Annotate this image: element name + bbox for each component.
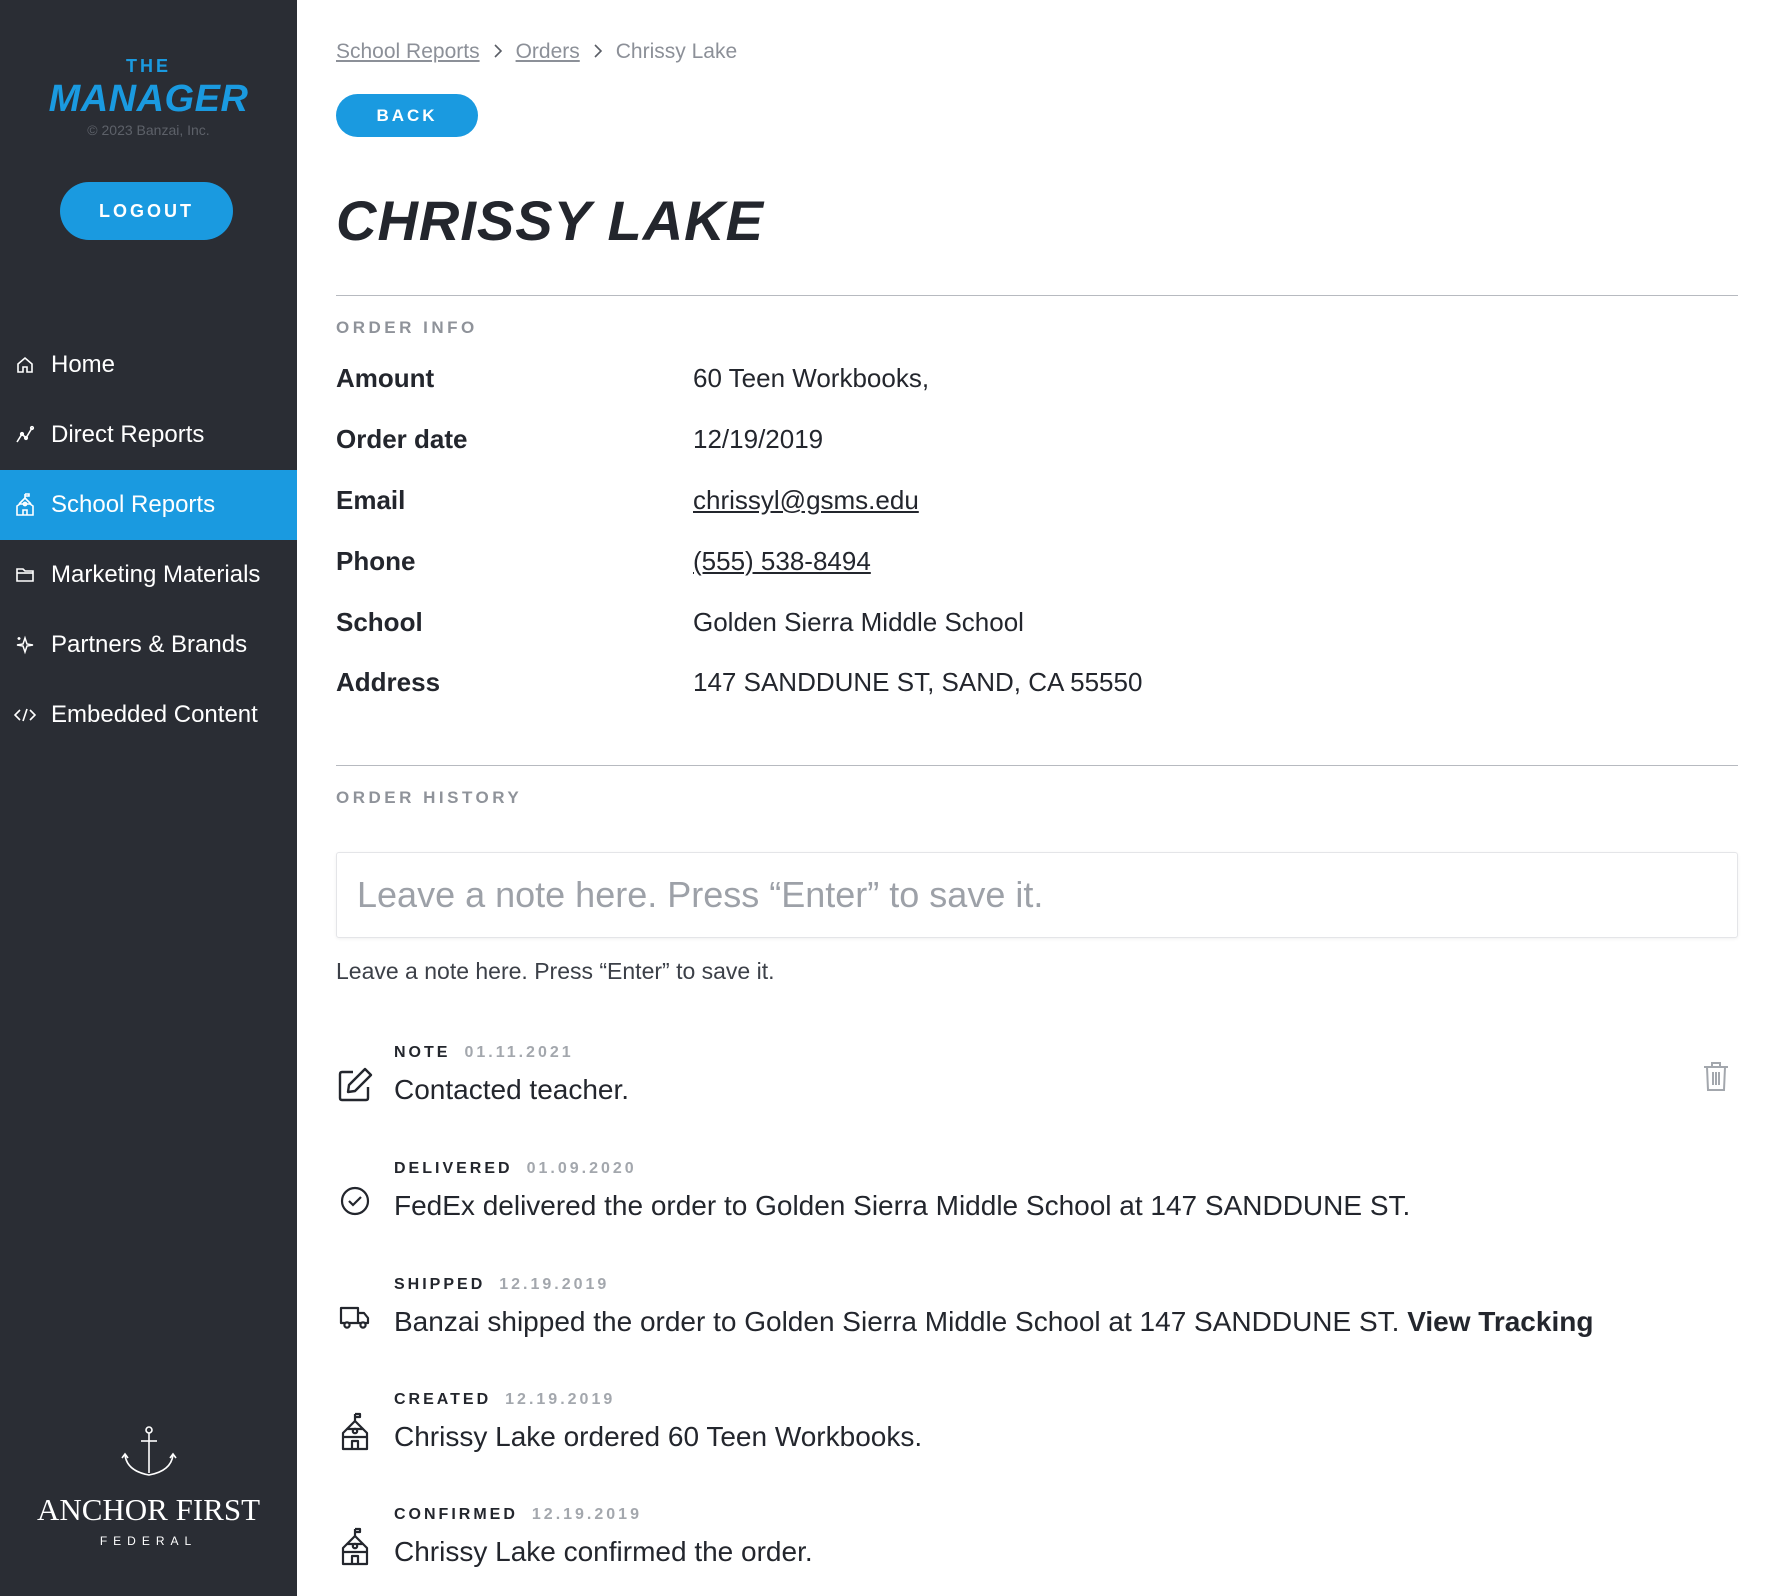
info-row-address: Address 147 SANDDUNE ST, SAND, CA 55550: [336, 662, 1738, 702]
history-date: 12.19.2019: [531, 1506, 642, 1523]
email-link[interactable]: chrissyl@gsms.edu: [693, 485, 919, 516]
home-icon: [14, 354, 36, 376]
partner-name: ANCHOR FIRST: [36, 1492, 261, 1527]
info-value: 60 Teen Workbooks,: [693, 362, 930, 393]
history-meta: CONFIRMED 12.19.2019: [394, 1506, 642, 1524]
breadcrumb: School Reports Orders Chrissy Lake: [336, 40, 737, 64]
chevron-right-icon: [593, 42, 603, 63]
truck-icon: [336, 1298, 374, 1336]
sidebar-item-school-reports[interactable]: School Reports: [0, 470, 297, 540]
divider: [336, 765, 1738, 766]
edit-note-icon: [336, 1066, 374, 1104]
sidebar-nav: Home Direct Reports School Reports Marke…: [0, 330, 297, 750]
history-entry: CREATED 12.19.2019 Chrissy Lake ordered …: [336, 1391, 1738, 1481]
info-row-email: Email chrissyl@gsms.edu: [336, 480, 1738, 520]
history-date: 12.19.2019: [505, 1391, 616, 1408]
sidebar-item-label: Embedded Content: [51, 701, 258, 728]
history-message: Chrissy Lake confirmed the order.: [394, 1536, 813, 1567]
history-message: Contacted teacher.: [394, 1074, 630, 1105]
sidebar-item-label: School Reports: [51, 491, 216, 518]
info-row-amount: Amount 60 Teen Workbooks,: [336, 358, 1738, 398]
history-type: CONFIRMED: [394, 1506, 518, 1523]
app-logo: THE MANAGER © 2023 Banzai, Inc.: [0, 56, 297, 138]
history-message-row: Banzai shipped the order to Golden Sierr…: [394, 1306, 1593, 1338]
history-type: CREATED: [394, 1391, 492, 1408]
history-entry: DELIVERED 01.09.2020 FedEx delivered the…: [336, 1160, 1738, 1250]
info-row-school: School Golden Sierra Middle School: [336, 602, 1738, 642]
history-message: Chrissy Lake ordered 60 Teen Workbooks.: [394, 1421, 923, 1452]
breadcrumb-link-orders[interactable]: Orders: [516, 40, 580, 64]
sidebar-item-embedded-content[interactable]: Embedded Content: [0, 680, 297, 750]
sidebar-item-label: Direct Reports: [51, 421, 205, 448]
page-title: CHRISSY LAKE: [336, 189, 764, 252]
sidebar-item-label: Partners & Brands: [51, 631, 248, 658]
logout-button[interactable]: LOGOUT: [60, 182, 233, 240]
order-info-label: ORDER INFO: [336, 318, 478, 337]
logo-top-text: THE: [126, 56, 171, 76]
info-key: Address: [336, 666, 441, 697]
breadcrumb-link-school-reports[interactable]: School Reports: [336, 40, 480, 64]
info-row-order-date: Order date 12/19/2019: [336, 419, 1738, 459]
history-date: 01.11.2021: [464, 1044, 574, 1061]
divider: [336, 295, 1738, 296]
school-icon: [336, 1527, 374, 1566]
chevron-right-icon: [493, 42, 503, 63]
copyright-text: © 2023 Banzai, Inc.: [87, 122, 210, 138]
history-entry: SHIPPED 12.19.2019 Banzai shipped the or…: [336, 1276, 1738, 1366]
info-row-phone: Phone (555) 538-8494: [336, 541, 1738, 581]
history-date: 12.19.2019: [499, 1276, 610, 1293]
info-value: 12/19/2019: [693, 423, 824, 454]
partner-subtitle: FEDERAL: [99, 1534, 198, 1548]
code-icon: [14, 704, 36, 726]
info-key: Amount: [336, 362, 435, 393]
info-key: School: [336, 606, 423, 637]
history-meta: SHIPPED 12.19.2019: [394, 1276, 609, 1294]
history-entry: CONFIRMED 12.19.2019 Chrissy Lake confir…: [336, 1506, 1738, 1596]
school-icon: [336, 1412, 374, 1451]
order-history-label: ORDER HISTORY: [336, 788, 523, 807]
history-message: Banzai shipped the order to Golden Sierr…: [394, 1306, 1400, 1337]
info-key: Order date: [336, 423, 468, 454]
sparkle-icon: [14, 634, 36, 656]
history-type: NOTE: [394, 1044, 451, 1061]
info-value: 147 SANDDUNE ST, SAND, CA 55550: [693, 666, 1143, 697]
history-meta: DELIVERED 01.09.2020: [394, 1160, 637, 1178]
sidebar-item-home[interactable]: Home: [0, 330, 297, 400]
history-message: FedEx delivered the order to Golden Sier…: [394, 1190, 1411, 1221]
info-value: Golden Sierra Middle School: [693, 606, 1024, 637]
breadcrumb-current: Chrissy Lake: [615, 40, 738, 63]
sidebar-item-label: Home: [51, 351, 116, 378]
sidebar-item-marketing-materials[interactable]: Marketing Materials: [0, 540, 297, 610]
view-tracking-link[interactable]: View Tracking: [1407, 1306, 1593, 1337]
note-hint: Leave a note here. Press “Enter” to save…: [336, 958, 775, 984]
note-input[interactable]: [336, 852, 1738, 938]
history-meta: NOTE 01.11.2021: [394, 1044, 574, 1062]
history-entry: NOTE 01.11.2021 Contacted teacher.: [336, 1044, 1738, 1134]
sidebar-item-partners-brands[interactable]: Partners & Brands: [0, 610, 297, 680]
chart-line-icon: [14, 424, 36, 446]
main-content: School Reports Orders Chrissy Lake BACK …: [336, 0, 1738, 1596]
history-date: 01.09.2020: [526, 1160, 637, 1177]
phone-link[interactable]: (555) 538-8494: [693, 546, 871, 577]
school-icon: [14, 493, 36, 516]
anchor-icon: [120, 1426, 177, 1476]
sidebar: THE MANAGER © 2023 Banzai, Inc. LOGOUT H…: [0, 0, 297, 1596]
sidebar-item-label: Marketing Materials: [51, 561, 261, 588]
history-type: SHIPPED: [394, 1276, 486, 1293]
trash-icon[interactable]: [1702, 1060, 1730, 1092]
folder-icon: [14, 564, 36, 586]
back-button[interactable]: BACK: [336, 94, 478, 137]
logo-main-text: MANAGER: [48, 78, 249, 120]
history-type: DELIVERED: [394, 1160, 513, 1177]
partner-logo: ANCHOR FIRST FEDERAL: [0, 1425, 297, 1548]
check-circle-icon: [336, 1182, 374, 1220]
history-meta: CREATED 12.19.2019: [394, 1391, 615, 1409]
info-key: Phone: [336, 545, 416, 576]
info-key: Email: [336, 484, 406, 515]
sidebar-item-direct-reports[interactable]: Direct Reports: [0, 400, 297, 470]
